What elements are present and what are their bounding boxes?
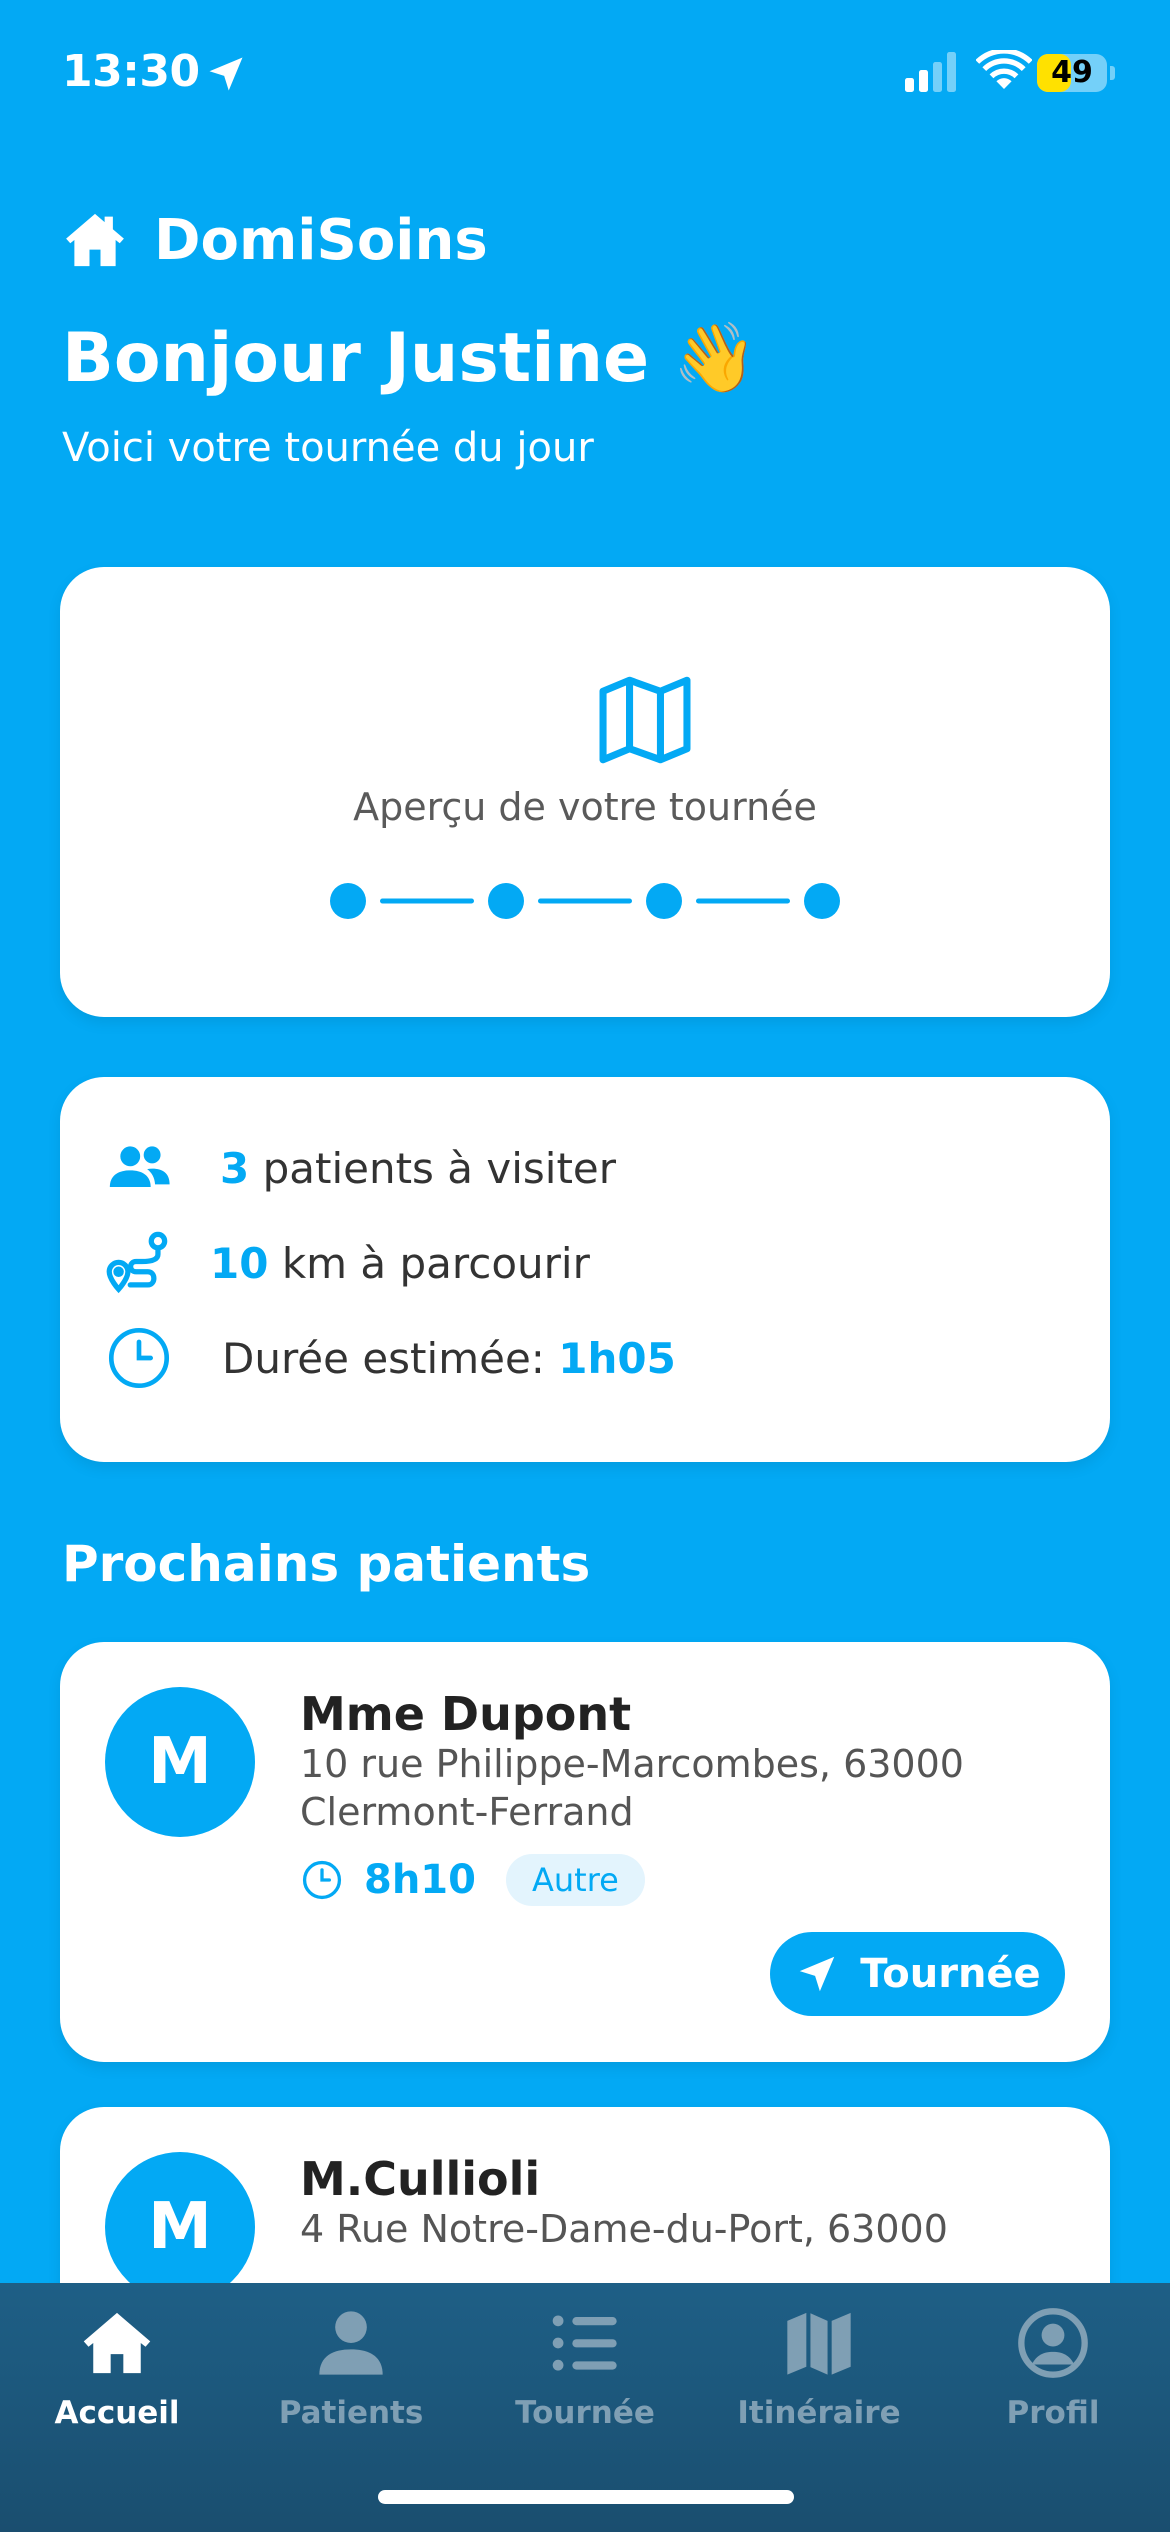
- app-brand: DomiSoins: [62, 205, 488, 275]
- home-icon: [66, 213, 124, 267]
- stat-patients-text: 3 patients à visiter: [220, 1144, 616, 1193]
- patients-label: patients à visiter: [262, 1143, 617, 1193]
- avatar: M: [105, 1687, 255, 1837]
- patient-name: Mme Dupont: [300, 1687, 632, 1741]
- status-bar: 13:30 49: [0, 0, 1170, 150]
- stat-patients: 3 patients à visiter: [60, 1133, 1110, 1203]
- distance-label: km à parcourir: [281, 1238, 590, 1288]
- tab-itineraire[interactable]: Itinéraire: [702, 2305, 936, 2455]
- patients-count: 3: [220, 1143, 250, 1193]
- clock-icon: [108, 1327, 170, 1389]
- greeting-subtitle: Voici votre tournée du jour: [62, 425, 594, 471]
- status-time: 13:30: [62, 46, 200, 97]
- duration-value: 1h05: [558, 1333, 676, 1383]
- navigation-arrow-icon: [800, 1956, 835, 1992]
- people-icon: [109, 1146, 170, 1187]
- stat-distance-text: 10 km à parcourir: [210, 1239, 590, 1288]
- tab-label: Patients: [278, 2395, 424, 2431]
- stat-duration-text: Durée estimée: 1h05: [222, 1334, 676, 1383]
- stat-distance: 10 km à parcourir: [60, 1228, 1110, 1298]
- tour-overview-card[interactable]: Aperçu de votre tournée: [60, 567, 1110, 1017]
- wifi-icon: [976, 50, 1032, 89]
- route-segment: [696, 898, 790, 904]
- tab-label: Itinéraire: [737, 2395, 901, 2431]
- patient-address: 10 rue Philippe-Marcombes, 63000 Clermon…: [300, 1742, 964, 1834]
- person-icon: [319, 2311, 383, 2375]
- home-icon: [83, 2312, 151, 2374]
- map-icon: [787, 2312, 851, 2375]
- route-stop-dot: [330, 883, 366, 919]
- tab-label: Accueil: [54, 2395, 180, 2431]
- tab-label: Tournée: [515, 2395, 655, 2431]
- route-progress-dots: [330, 883, 840, 919]
- patient-time-row: 8h10 Autre: [300, 1852, 645, 1908]
- map-icon: [599, 676, 691, 764]
- app-name: DomiSoins: [154, 207, 488, 273]
- tab-tournee[interactable]: Tournée: [468, 2305, 702, 2455]
- patient-name: M.Cullioli: [300, 2152, 541, 2206]
- distance-value: 10: [210, 1238, 269, 1288]
- patient-address: 4 Rue Notre-Dame-du-Port, 63000: [300, 2207, 948, 2251]
- route-stop-dot: [646, 883, 682, 919]
- tab-label: Profil: [1006, 2395, 1100, 2431]
- avatar: M: [105, 2152, 255, 2283]
- tab-accueil[interactable]: Accueil: [0, 2305, 234, 2455]
- route-icon: [106, 1231, 168, 1294]
- cellular-signal-icon: [905, 52, 956, 92]
- duration-label: Durée estimée:: [222, 1333, 545, 1383]
- tour-button-label: Tournée: [860, 1951, 1041, 1997]
- patient-time: 8h10: [364, 1857, 476, 1903]
- route-stop-dot: [804, 883, 840, 919]
- route-segment: [380, 898, 474, 904]
- greeting-title: Bonjour Justine 👋: [62, 319, 758, 398]
- patient-card[interactable]: M Mme Dupont 10 rue Philippe-Marcombes, …: [60, 1642, 1110, 2062]
- tab-patients[interactable]: Patients: [234, 2305, 468, 2455]
- location-arrow-icon: [209, 57, 243, 91]
- battery-nub: [1110, 66, 1115, 80]
- stat-duration: Durée estimée: 1h05: [60, 1323, 1110, 1393]
- next-patients-title: Prochains patients: [62, 1535, 591, 1593]
- battery-indicator: 49: [1037, 54, 1107, 92]
- tour-stats-card: 3 patients à visiter 10 km à parcourir D…: [60, 1077, 1110, 1462]
- patient-tag: Autre: [505, 1854, 645, 1906]
- route-segment: [538, 898, 632, 904]
- tour-overview-label: Aperçu de votre tournée: [353, 785, 817, 829]
- battery-percent: 49: [1051, 55, 1093, 90]
- tour-button[interactable]: Tournée: [770, 1932, 1065, 2016]
- route-stop-dot: [488, 883, 524, 919]
- profile-icon: [1018, 2308, 1088, 2378]
- clock-icon: [302, 1860, 342, 1900]
- list-icon: [552, 2315, 617, 2371]
- home-indicator: [378, 2490, 794, 2504]
- tab-profil[interactable]: Profil: [936, 2305, 1170, 2455]
- patient-card[interactable]: M M.Cullioli 4 Rue Notre-Dame-du-Port, 6…: [60, 2107, 1110, 2283]
